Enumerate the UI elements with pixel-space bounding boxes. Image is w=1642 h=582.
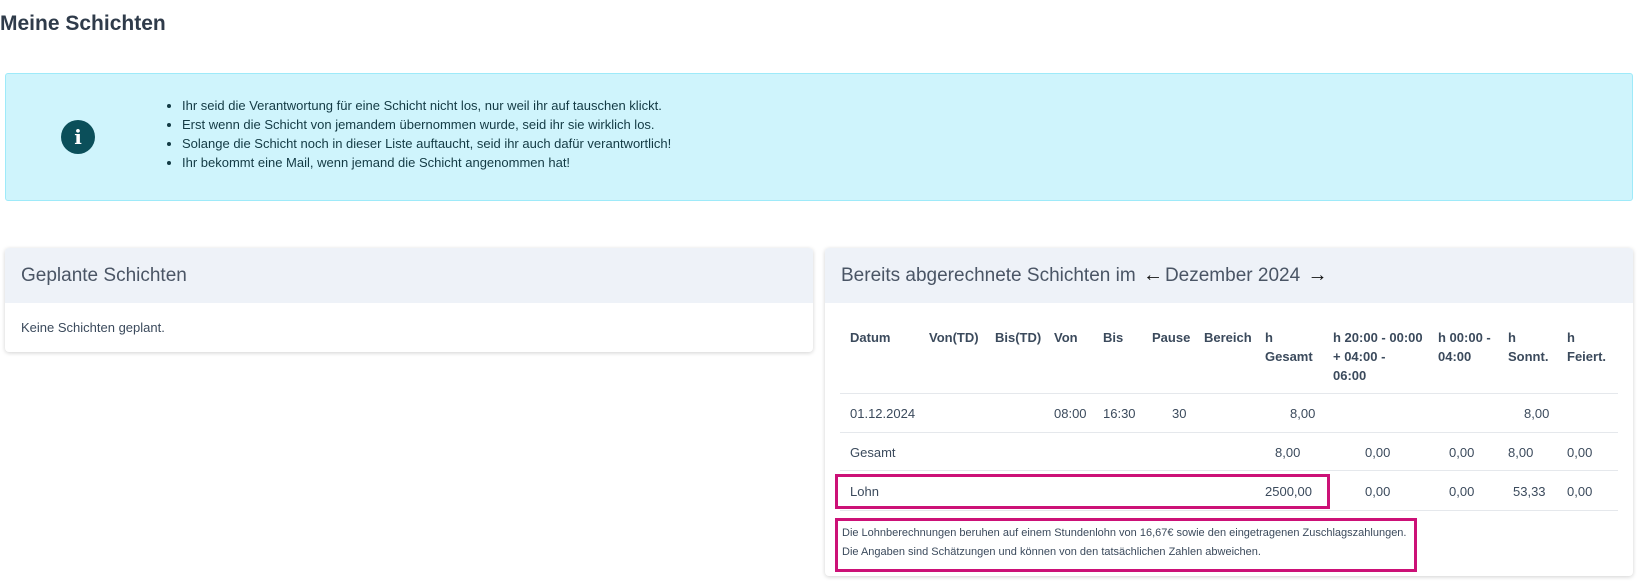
cell-h-sunday: 8,00 [1524, 406, 1550, 421]
wage-note-line-2: Die Angaben sind Schätzungen und können … [842, 546, 1261, 558]
column-header-line: h [1265, 330, 1273, 345]
previous-month-icon[interactable]: ← [1141, 248, 1165, 303]
total-h-night: 0,00 [1365, 445, 1391, 460]
wage-h-deep-night: 0,00 [1449, 484, 1475, 499]
alert-item: Erst wenn die Schicht von jemandem übern… [182, 115, 671, 134]
billed-shifts-title: Bereits abgerechnete Schichten im [841, 265, 1136, 286]
billed-shifts-card: Bereits abgerechnete Schichten im ← Dezem… [825, 248, 1633, 576]
column-header-bis-td: Bis(TD) [995, 330, 1042, 345]
wage-h-night: 0,00 [1365, 484, 1391, 499]
total-h-holiday: 0,00 [1567, 445, 1593, 460]
row-divider [840, 470, 1618, 471]
planned-shifts-title: Geplante Schichten [5, 248, 813, 303]
total-label: Gesamt [850, 445, 896, 460]
alert-item: Solange die Schicht noch in dieser Liste… [182, 134, 671, 153]
cell-pause: 30 [1172, 406, 1187, 421]
billed-shifts-header: Bereits abgerechnete Schichten im ← Dezem… [825, 248, 1633, 303]
cell-datum: 01.12.2024 [850, 406, 916, 421]
info-icon: i [61, 120, 95, 154]
info-alert: i Ihr seid die Verantwortung für eine Sc… [5, 73, 1633, 201]
cell-bis: 16:30 [1103, 406, 1136, 421]
column-header-h-holiday: h Feiert. [1567, 328, 1606, 366]
row-divider [840, 393, 1618, 394]
alert-list: Ihr seid die Verantwortung für eine Schi… [182, 96, 671, 172]
column-header-pause: Pause [1152, 330, 1191, 345]
column-header-bereich: Bereich [1204, 330, 1252, 345]
column-header-line: 06:00 [1333, 368, 1367, 383]
column-header-h-night: h 20:00 - 00:00 + 04:00 - 06:00 [1333, 328, 1423, 385]
row-divider [840, 510, 1618, 511]
wage-highlight [835, 474, 1330, 509]
wage-note-line-1: Die Lohnberechnungen beruhen auf einem S… [842, 527, 1407, 539]
total-h-sunday: 8,00 [1508, 445, 1534, 460]
planned-shifts-card: Geplante Schichten Keine Schichten gepla… [5, 248, 813, 352]
column-header-line: Gesamt [1265, 349, 1313, 364]
total-h-deep-night: 0,00 [1449, 445, 1475, 460]
row-divider [840, 432, 1618, 433]
total-h-gesamt: 8,00 [1275, 445, 1301, 460]
wage-h-holiday: 0,00 [1567, 484, 1593, 499]
column-header-line: h [1508, 330, 1516, 345]
page-title: Meine Schichten [0, 12, 166, 35]
column-header-von-td: Von(TD) [929, 330, 979, 345]
column-header-datum: Datum [850, 330, 891, 345]
alert-item: Ihr bekommt eine Mail, wenn jemand die S… [182, 153, 671, 172]
column-header-line: + 04:00 - [1333, 349, 1386, 364]
column-header-line: Sonnt. [1508, 349, 1549, 364]
column-header-line: Feiert. [1567, 349, 1607, 364]
column-header-line: h 20:00 - 00:00 [1333, 330, 1423, 345]
wage-h-sunday: 53,33 [1513, 484, 1546, 499]
wage-h-gesamt: 2500,00 [1265, 484, 1312, 499]
column-header-line: 04:00 [1438, 349, 1472, 364]
wage-label: Lohn [850, 484, 879, 499]
column-header-h-sunday: h Sonnt. [1508, 328, 1548, 366]
current-month: Dezember 2024 [1164, 265, 1301, 286]
column-header-h-gesamt: h Gesamt [1265, 328, 1313, 366]
column-header-von: Von [1054, 330, 1078, 345]
next-month-icon[interactable]: → [1305, 248, 1329, 303]
alert-item: Ihr seid die Verantwortung für eine Schi… [182, 96, 671, 115]
planned-shifts-empty: Keine Schichten geplant. [21, 320, 165, 335]
column-header-h-deep-night: h 00:00 - 04:00 [1438, 328, 1491, 366]
cell-h-gesamt: 8,00 [1290, 406, 1316, 421]
column-header-line: h [1567, 330, 1575, 345]
column-header-line: h 00:00 - [1438, 330, 1491, 345]
cell-von: 08:00 [1054, 406, 1087, 421]
column-header-bis: Bis [1103, 330, 1124, 345]
